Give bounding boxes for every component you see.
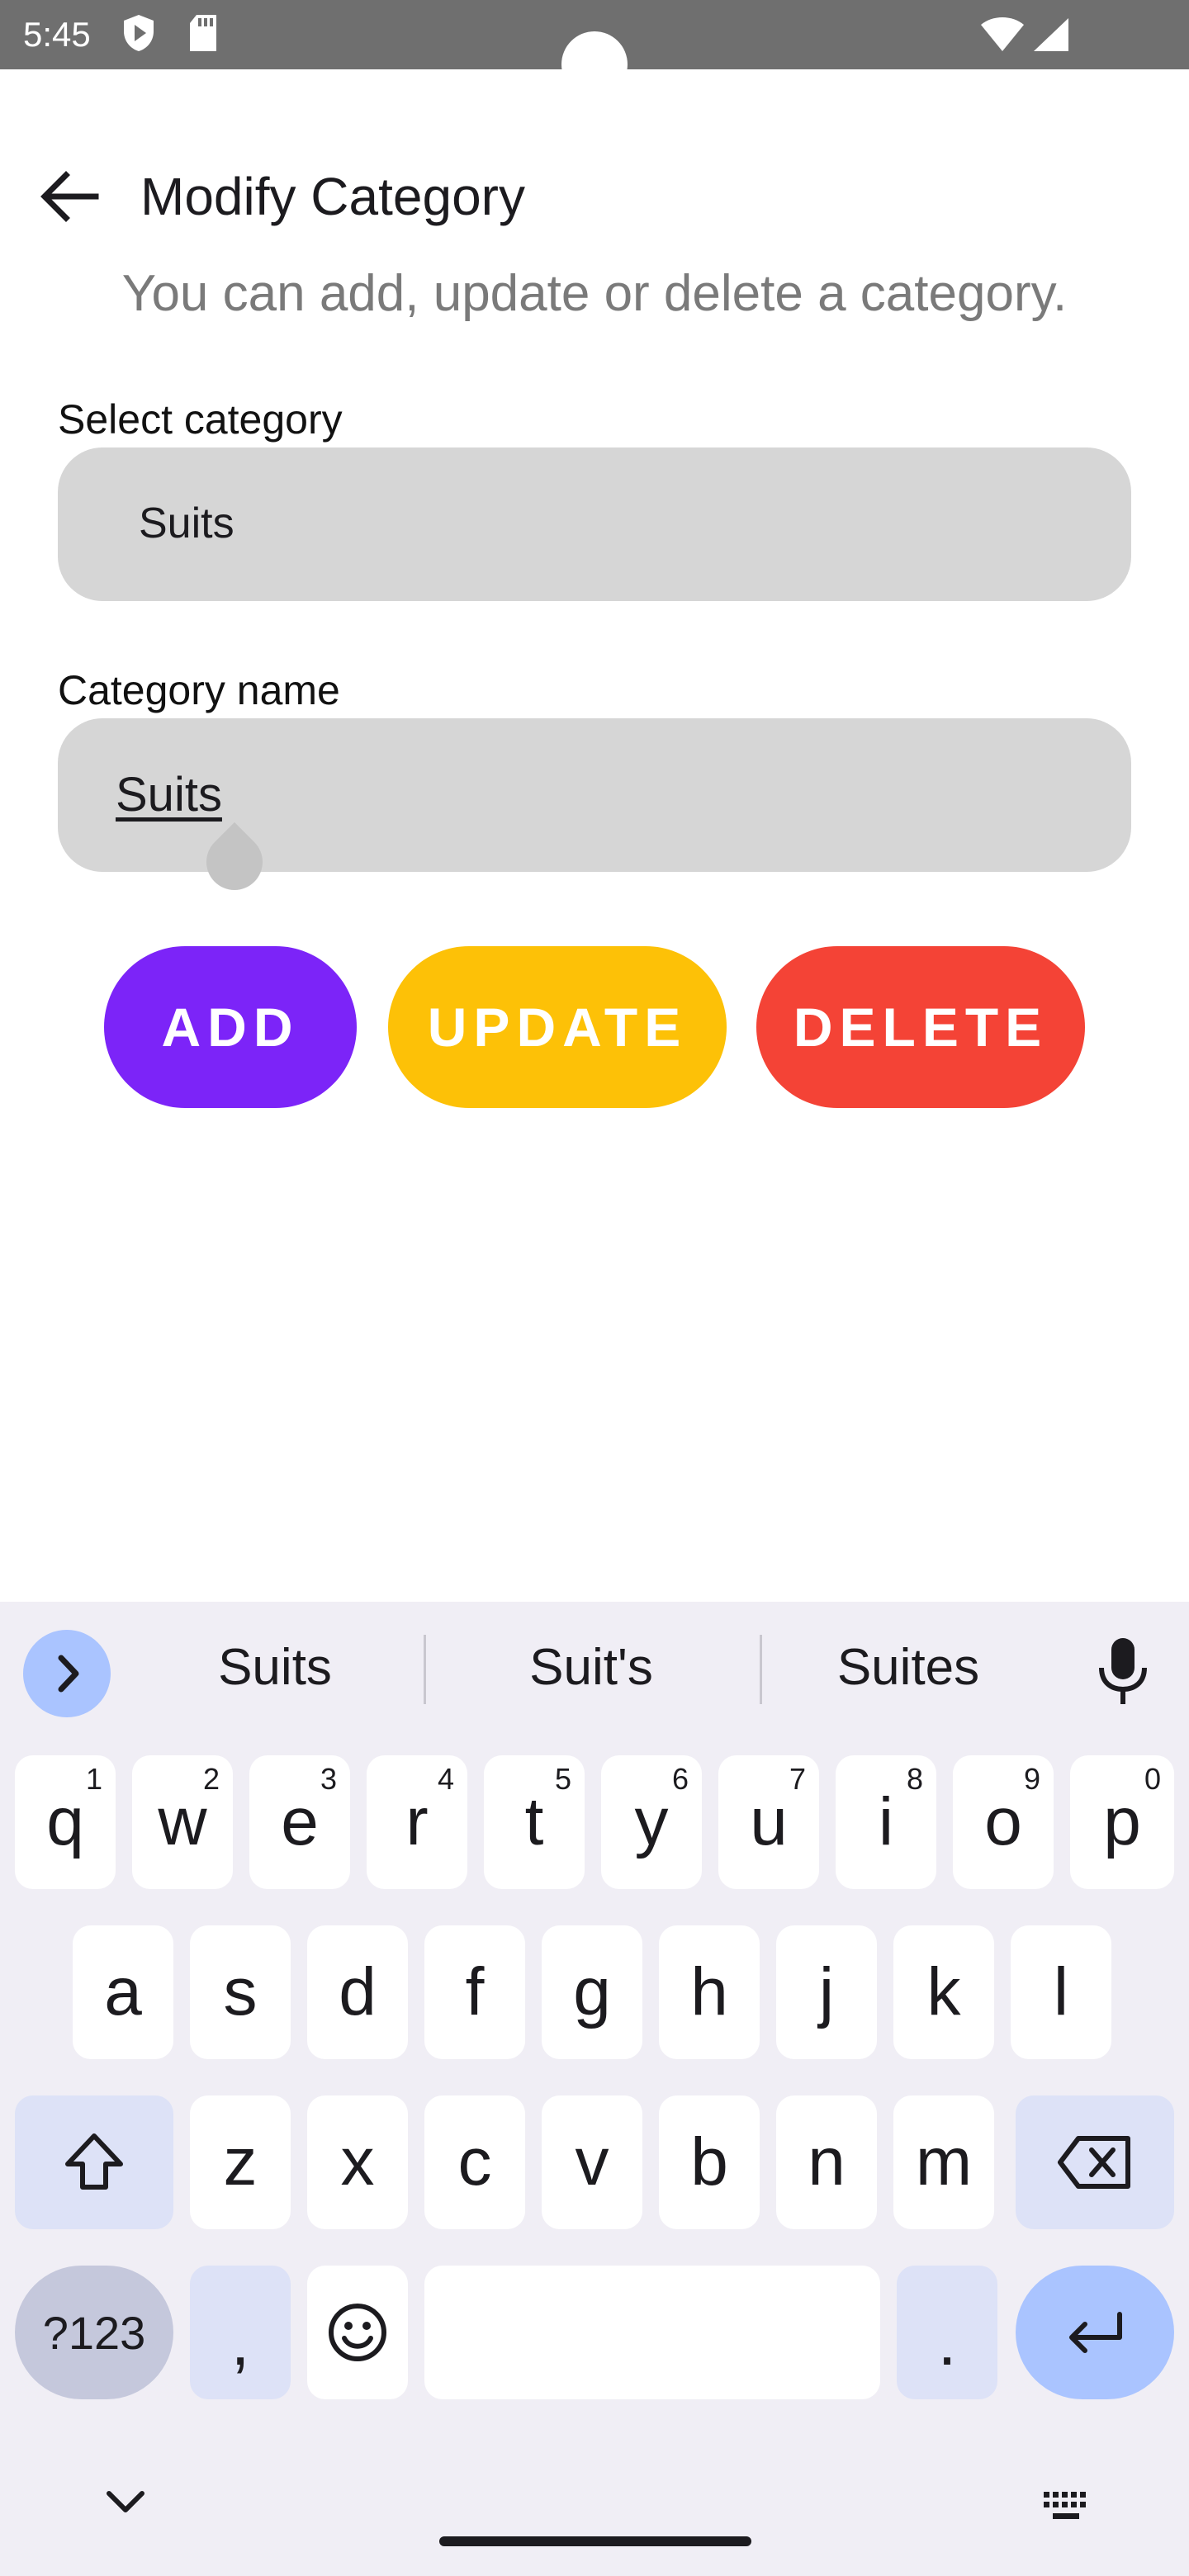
key-r[interactable]: r4	[367, 1755, 467, 1889]
camera-cutout	[561, 31, 628, 97]
microphone-icon[interactable]	[1090, 1635, 1156, 1709]
key-hint: 6	[671, 1762, 689, 1796]
add-button[interactable]: ADD	[104, 946, 357, 1108]
key-s[interactable]: s	[190, 1925, 291, 2059]
key-p[interactable]: p0	[1070, 1755, 1174, 1889]
suggestion-3[interactable]: Suites	[793, 1636, 1024, 1699]
shift-key[interactable]	[15, 2095, 173, 2229]
backspace-icon	[1058, 2136, 1130, 2189]
enter-icon	[1069, 2312, 1122, 2353]
comma-key[interactable]: ,	[190, 2266, 291, 2399]
key-b[interactable]: b	[659, 2095, 760, 2229]
play-protect-icon	[124, 15, 154, 51]
home-indicator[interactable]	[439, 2536, 751, 2546]
key-c[interactable]: c	[424, 2095, 525, 2229]
soft-keyboard: Suits Suit's Suites q1 w2 e3 r4 t5 y6 u7…	[0, 1602, 1189, 2576]
chevron-right-icon	[58, 1655, 79, 1693]
category-name-label: Category name	[58, 667, 340, 713]
symbols-key[interactable]: ?123	[15, 2266, 173, 2399]
suggestion-1[interactable]: Suits	[165, 1636, 385, 1699]
key-i[interactable]: i8	[836, 1755, 936, 1889]
arrow-back-icon[interactable]	[30, 157, 109, 236]
key-label: q	[46, 1784, 84, 1859]
key-hint: 2	[202, 1762, 220, 1796]
key-label: w	[158, 1784, 207, 1859]
key-label: u	[750, 1784, 788, 1859]
sd-card-icon	[190, 15, 216, 51]
key-hint: 9	[1023, 1762, 1040, 1796]
key-x[interactable]: x	[307, 2095, 408, 2229]
key-hint: 3	[320, 1762, 337, 1796]
key-label: t	[524, 1784, 544, 1859]
shift-icon	[65, 2133, 123, 2190]
delete-button[interactable]: DELETE	[756, 946, 1085, 1108]
key-hint: 7	[789, 1762, 806, 1796]
key-a[interactable]: a	[73, 1925, 173, 2059]
key-hint: 8	[906, 1762, 923, 1796]
enter-key[interactable]	[1016, 2266, 1174, 2399]
suggestion-2[interactable]: Suit's	[462, 1636, 720, 1699]
wifi-icon	[981, 17, 1024, 51]
key-l[interactable]: l	[1011, 1925, 1111, 2059]
key-j[interactable]: j	[776, 1925, 877, 2059]
key-hint: 4	[437, 1762, 454, 1796]
key-q[interactable]: q1	[15, 1755, 116, 1889]
suggestion-strip: Suits Suit's Suites	[0, 1602, 1189, 1717]
key-m[interactable]: m	[893, 2095, 994, 2229]
key-hint: 0	[1144, 1762, 1161, 1796]
status-time: 5:45	[23, 15, 91, 54]
key-hint: 5	[554, 1762, 571, 1796]
page-subtitle: You can add, update or delete a category…	[121, 265, 1068, 322]
key-label: y	[634, 1784, 669, 1859]
key-k[interactable]: k	[893, 1925, 994, 2059]
suggestion-divider	[760, 1635, 762, 1704]
key-e[interactable]: e3	[249, 1755, 350, 1889]
expand-toolbar-button[interactable]	[23, 1630, 111, 1717]
key-label: i	[878, 1784, 894, 1859]
key-w[interactable]: w2	[132, 1755, 233, 1889]
status-bar: 5:45	[0, 0, 1189, 97]
key-hint: 1	[85, 1762, 102, 1796]
key-f[interactable]: f	[424, 1925, 525, 2059]
select-category-label: Select category	[58, 396, 343, 443]
key-label: e	[281, 1784, 319, 1859]
key-label: p	[1103, 1784, 1141, 1859]
key-d[interactable]: d	[307, 1925, 408, 2059]
hide-keyboard-chevron-icon[interactable]	[102, 2485, 149, 2518]
key-n[interactable]: n	[776, 2095, 877, 2229]
key-y[interactable]: y6	[601, 1755, 702, 1889]
category-name-value: Suits	[116, 768, 222, 822]
update-button[interactable]: UPDATE	[388, 946, 727, 1108]
key-g[interactable]: g	[542, 1925, 642, 2059]
key-o[interactable]: o9	[953, 1755, 1054, 1889]
key-v[interactable]: v	[542, 2095, 642, 2229]
category-select[interactable]: Suits	[58, 447, 1131, 601]
key-t[interactable]: t5	[484, 1755, 585, 1889]
space-key[interactable]	[424, 2266, 880, 2399]
key-label: o	[984, 1784, 1022, 1859]
emoji-key[interactable]	[307, 2266, 408, 2399]
backspace-key[interactable]	[1016, 2095, 1174, 2229]
emoji-icon	[329, 2304, 386, 2361]
period-key[interactable]: .	[897, 2266, 997, 2399]
suggestion-divider	[424, 1635, 426, 1704]
category-select-value: Suits	[139, 500, 234, 547]
key-label: r	[405, 1784, 429, 1859]
key-z[interactable]: z	[190, 2095, 291, 2229]
keyboard-switch-icon[interactable]	[1042, 2490, 1090, 2523]
page-title: Modify Category	[140, 167, 525, 226]
key-h[interactable]: h	[659, 1925, 760, 2059]
signal-icon	[1034, 18, 1068, 51]
key-u[interactable]: u7	[718, 1755, 819, 1889]
